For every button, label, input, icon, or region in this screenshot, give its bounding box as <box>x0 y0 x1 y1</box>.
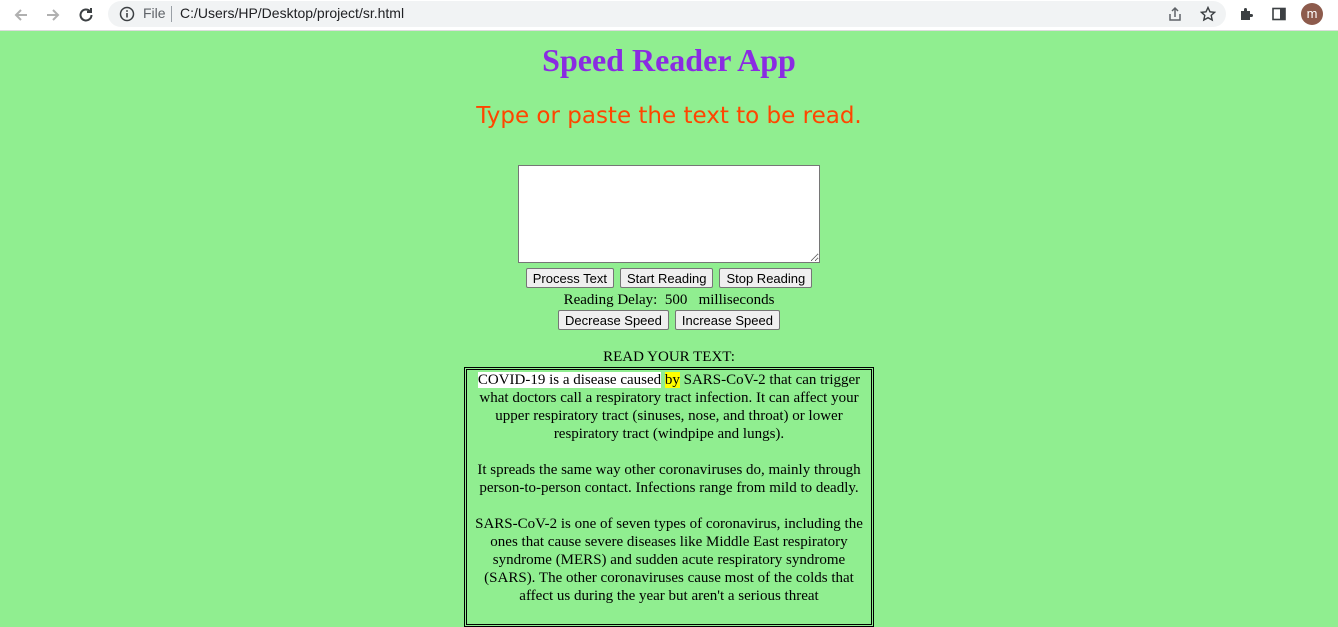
back-arrow-icon <box>14 9 27 21</box>
address-bar[interactable]: File C:/Users/HP/Desktop/project/sr.html <box>108 1 1226 27</box>
delay-label: Reading Delay: <box>563 292 658 308</box>
start-reading-button[interactable]: Start Reading <box>619 268 714 288</box>
increase-speed-button[interactable]: Increase Speed <box>674 310 780 330</box>
reload-button[interactable] <box>75 4 97 26</box>
share-icon[interactable] <box>1166 5 1184 23</box>
delay-value: 500 <box>664 292 688 308</box>
reload-icon <box>79 8 93 22</box>
file-scheme-label: File <box>143 5 166 21</box>
extensions-puzzle-icon[interactable] <box>1237 4 1257 24</box>
back-button[interactable] <box>10 4 32 26</box>
read-text-before: COVID-19 is a disease caused <box>477 372 662 388</box>
instruction-text: Type or paste the text to be read. <box>476 103 862 129</box>
decrease-speed-button[interactable]: Decrease Speed <box>558 310 669 330</box>
browser-toolbar: File C:/Users/HP/Desktop/project/sr.html… <box>0 0 1338 31</box>
text-input[interactable] <box>518 165 820 263</box>
current-word-highlight: by <box>664 372 680 388</box>
reader-paragraph-2: It spreads the same way other coronaviru… <box>477 462 861 496</box>
page-title: Speed Reader App <box>542 42 796 78</box>
reader-paragraph-1: COVID-19 is a disease caused by SARS-CoV… <box>469 371 869 443</box>
reading-delay-display: Reading Delay: 500 milliseconds <box>0 291 1338 309</box>
profile-avatar[interactable]: m <box>1301 3 1323 25</box>
site-info-icon[interactable] <box>119 6 135 22</box>
speed-buttons: Decrease Speed Increase Speed <box>0 310 1338 331</box>
side-panel-icon[interactable] <box>1269 4 1289 24</box>
address-separator <box>171 6 172 22</box>
control-buttons: Process Text Start Reading Stop Reading <box>0 268 1338 289</box>
reader-paragraph-3: SARS-CoV-2 is one of seven types of coro… <box>475 516 863 604</box>
reader-output: COVID-19 is a disease caused by SARS-CoV… <box>464 367 874 627</box>
bookmark-star-icon[interactable] <box>1199 5 1217 23</box>
forward-arrow-icon <box>47 9 60 21</box>
stop-reading-button[interactable]: Stop Reading <box>719 268 813 288</box>
forward-button[interactable] <box>42 4 64 26</box>
page-content: Speed Reader App Type or paste the text … <box>0 31 1338 627</box>
delay-unit: milliseconds <box>698 292 775 308</box>
url-text[interactable]: C:/Users/HP/Desktop/project/sr.html <box>180 5 404 21</box>
read-your-text-label: READ YOUR TEXT: <box>603 349 735 365</box>
process-text-button[interactable]: Process Text <box>525 268 614 288</box>
